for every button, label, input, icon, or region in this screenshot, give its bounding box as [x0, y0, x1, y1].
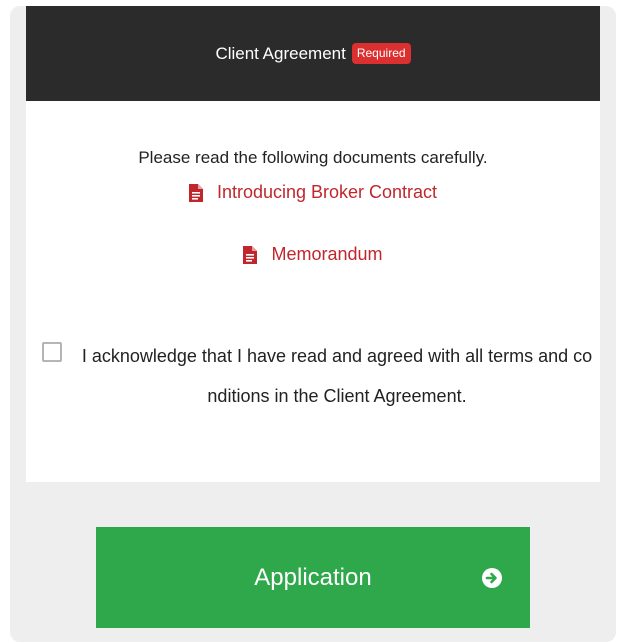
agreement-header: Client Agreement Required: [26, 6, 600, 101]
acknowledge-text: I acknowledge that I have read and agree…: [81, 346, 593, 406]
application-button-label: Application: [254, 564, 372, 591]
acknowledge-checkbox[interactable]: [42, 342, 62, 362]
acknowledgement: I acknowledge that I have read and agree…: [42, 336, 592, 466]
memorandum-link[interactable]: Memorandum: [26, 244, 600, 265]
document-icon: [243, 245, 258, 264]
agreement-panel: Client Agreement Required Please read th…: [10, 6, 616, 642]
introducing-broker-contract-link[interactable]: Introducing Broker Contract: [26, 182, 600, 203]
document-link-label: Introducing Broker Contract: [216, 182, 438, 202]
required-badge: Required: [351, 43, 411, 64]
document-link-label: Memorandum: [271, 244, 383, 264]
arrow-circle-right-icon: [482, 568, 502, 588]
agreement-card: Client Agreement Required Please read th…: [26, 6, 600, 482]
instructions-text: Please read the following documents care…: [138, 148, 488, 167]
agreement-title: Client Agreement: [215, 43, 346, 63]
application-button[interactable]: Application: [96, 527, 530, 628]
document-icon: [188, 183, 203, 202]
